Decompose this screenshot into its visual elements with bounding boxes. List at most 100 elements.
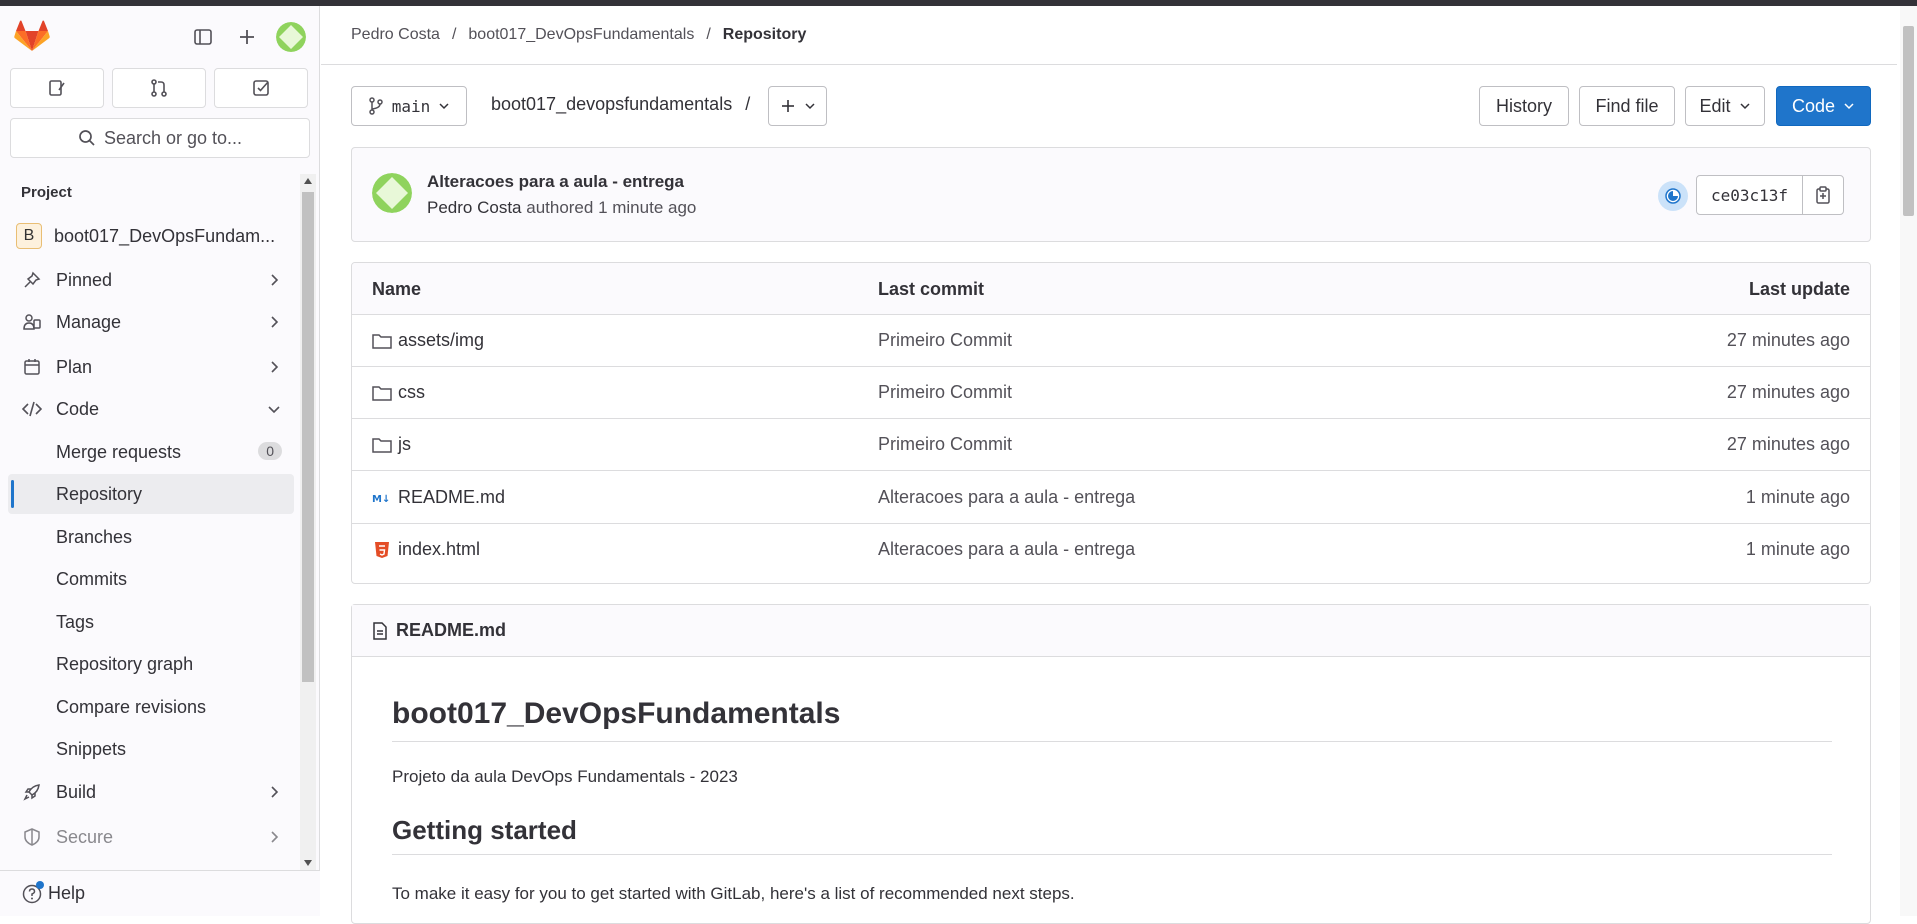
- file-name-cell[interactable]: js: [372, 434, 411, 455]
- readme-filename[interactable]: README.md: [396, 620, 506, 641]
- file-name: README.md: [398, 487, 506, 507]
- breadcrumb-divider: [321, 64, 1897, 65]
- last-commit-link[interactable]: Alteracoes para a aula - entrega: [878, 487, 1135, 508]
- sidebar-subitem-label: Merge requests: [56, 441, 182, 462]
- last-commit-link[interactable]: Alteracoes para a aula - entrega: [878, 539, 1135, 560]
- file-name-cell[interactable]: index.html: [372, 539, 480, 560]
- breadcrumb-user[interactable]: Pedro Costa: [351, 26, 440, 44]
- table-row[interactable]: assets/img Primeiro Commit 27 minutes ag…: [352, 315, 1870, 367]
- last-commit-panel: Alteracoes para a aula - entrega Pedro C…: [351, 147, 1871, 242]
- sidebar-item-secure[interactable]: Secure: [8, 817, 294, 857]
- file-name-cell[interactable]: css: [372, 382, 425, 403]
- commit-author-link[interactable]: Pedro Costa: [427, 198, 522, 217]
- issues-button[interactable]: [10, 68, 104, 108]
- commit-sha-button[interactable]: ce03c13f: [1697, 176, 1804, 214]
- scroll-up-arrow-icon[interactable]: [304, 178, 312, 184]
- sidebar-item-label: Build: [56, 781, 97, 802]
- commit-time: authored 1 minute ago: [526, 198, 697, 217]
- copy-sha-button[interactable]: [1803, 176, 1843, 214]
- sidebar-subitem-tags[interactable]: Tags: [8, 602, 294, 642]
- history-button[interactable]: History: [1479, 86, 1569, 126]
- breadcrumb-project[interactable]: boot017_DevOpsFundamentals: [468, 26, 694, 44]
- sidebar-subitem-repository[interactable]: Repository: [8, 474, 294, 514]
- author-avatar[interactable]: [372, 173, 412, 213]
- table-row[interactable]: css Primeiro Commit 27 minutes ago: [352, 367, 1870, 419]
- sidebar-subitem-label: Tags: [56, 611, 95, 632]
- commit-title-link[interactable]: Alteracoes para a aula - entrega: [427, 172, 684, 192]
- readme-heading-1: boot017_DevOpsFundamentals: [392, 697, 1832, 742]
- sidebar-subitem-commits[interactable]: Commits: [8, 559, 294, 599]
- help-label: Help: [48, 883, 86, 903]
- sidebar-subitem-compare-revisions[interactable]: Compare revisions: [8, 687, 294, 727]
- shield-icon: [20, 828, 44, 846]
- sidebar-toggle-icon[interactable]: [188, 22, 218, 52]
- sidebar-item-build[interactable]: Build: [8, 772, 294, 812]
- file-name-cell[interactable]: M↓ README.md: [372, 487, 505, 508]
- table-row[interactable]: index.html Alteracoes para a aula - entr…: [352, 524, 1870, 576]
- todo-button[interactable]: [214, 68, 308, 108]
- chevron-down-icon: [804, 103, 815, 110]
- scrollbar-thumb[interactable]: [302, 192, 314, 682]
- breadcrumb-current[interactable]: Repository: [723, 26, 807, 44]
- last-commit-link[interactable]: Primeiro Commit: [878, 382, 1012, 403]
- sidebar-item-label: Code: [56, 398, 100, 419]
- repo-path-link[interactable]: boot017_devopsfundamentals: [491, 94, 732, 114]
- user-avatar[interactable]: [276, 22, 306, 52]
- readme-header: README.md: [352, 605, 1870, 657]
- sidebar-subitem-branches[interactable]: Branches: [8, 517, 294, 557]
- last-update-time: 27 minutes ago: [1726, 382, 1850, 402]
- plus-icon: [781, 100, 794, 112]
- edit-label: Edit: [1699, 95, 1731, 116]
- sidebar-item-project[interactable]: B boot017_DevOpsFundam...: [8, 216, 294, 256]
- sidebar-item-label: Plan: [56, 356, 93, 377]
- page-scrollbar-thumb[interactable]: [1903, 26, 1914, 216]
- table-row[interactable]: M↓ README.md Alteracoes para a aula - en…: [352, 472, 1870, 524]
- main-content: Pedro Costa / boot017_DevOpsFundamentals…: [321, 6, 1897, 924]
- edit-dropdown-button[interactable]: Edit: [1685, 86, 1765, 126]
- create-new-icon[interactable]: [232, 22, 262, 52]
- chevron-right-icon: [271, 831, 279, 843]
- find-file-label: Find file: [1595, 95, 1659, 116]
- search-button[interactable]: Search or go to...: [10, 118, 310, 158]
- add-to-tree-button[interactable]: [768, 86, 827, 126]
- gitlab-logo-icon[interactable]: [14, 20, 50, 52]
- page-scrollbar[interactable]: [1900, 6, 1917, 916]
- file-name: css: [398, 382, 425, 402]
- sidebar-item-pinned[interactable]: Pinned: [8, 260, 294, 300]
- sidebar-nav: Project B boot017_DevOpsFundam... Pinned…: [0, 166, 300, 866]
- sidebar-item-code[interactable]: Code: [8, 389, 294, 429]
- branch-selector[interactable]: main: [351, 86, 467, 126]
- column-header-last-commit: Last commit: [878, 279, 985, 299]
- file-name-cell[interactable]: assets/img: [372, 330, 484, 351]
- help-button[interactable]: Help: [0, 870, 320, 916]
- sidebar-item-manage[interactable]: Manage: [8, 302, 294, 342]
- chevron-down-icon: [1844, 103, 1854, 110]
- repo-path: boot017_devopsfundamentals /: [491, 94, 750, 115]
- pin-icon: [20, 271, 44, 289]
- code-dropdown-button[interactable]: Code: [1776, 86, 1871, 126]
- pipeline-status-icon[interactable]: [1658, 181, 1688, 211]
- find-file-button[interactable]: Find file: [1579, 86, 1675, 126]
- file-tree-table: Name Last commit Last update assets/img …: [351, 262, 1871, 584]
- sidebar-subitem-snippets[interactable]: Snippets: [8, 729, 294, 769]
- markdown-file-icon: M↓: [372, 494, 390, 505]
- sidebar-item-plan[interactable]: Plan: [8, 347, 294, 387]
- table-row[interactable]: js Primeiro Commit 27 minutes ago: [352, 419, 1870, 471]
- branch-name: main: [391, 96, 431, 116]
- sidebar-top: [0, 6, 320, 60]
- commit-meta: Pedro Costa authored 1 minute ago: [427, 198, 696, 218]
- sidebar-subitem-merge-requests[interactable]: Merge requests 0: [8, 432, 294, 472]
- last-update-time: 27 minutes ago: [1726, 330, 1850, 350]
- last-commit-link[interactable]: Primeiro Commit: [878, 434, 1012, 455]
- last-commit-link[interactable]: Primeiro Commit: [878, 330, 1012, 351]
- merge-requests-button[interactable]: [112, 68, 206, 108]
- sidebar-scrollbar[interactable]: [300, 174, 316, 870]
- search-label: Search or go to...: [103, 127, 243, 148]
- users-icon: [20, 313, 44, 331]
- history-label: History: [1495, 95, 1552, 116]
- sidebar-subitem-repository-graph[interactable]: Repository graph: [8, 644, 294, 684]
- readme-panel: README.md boot017_DevOpsFundamentals Pro…: [351, 604, 1871, 924]
- chevron-right-icon: [271, 316, 279, 328]
- scroll-down-arrow-icon[interactable]: [304, 860, 312, 866]
- table-header: Name Last commit Last update: [352, 263, 1870, 315]
